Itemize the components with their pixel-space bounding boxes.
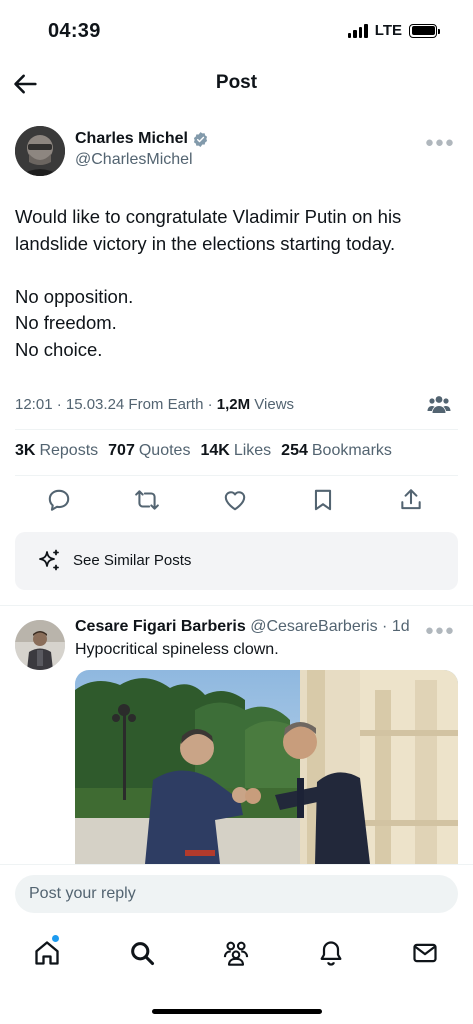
author-handle[interactable]: @CharlesMichel xyxy=(75,151,193,169)
reply-image[interactable] xyxy=(75,670,458,864)
signal-icon xyxy=(347,23,368,38)
reply-icon[interactable] xyxy=(46,487,72,513)
reply-header: Cesare Figari Barberis @CesareBarberis ·… xyxy=(75,618,410,636)
status-bar: 04:39 LTE xyxy=(0,0,473,62)
post-line: Would like to congratulate Vladimir Puti… xyxy=(15,206,402,227)
reply-author-handle[interactable]: @CesareBarberis xyxy=(250,618,377,635)
divider xyxy=(15,429,458,430)
divider xyxy=(15,475,458,476)
battery-icon xyxy=(409,23,440,38)
reply-more-options-icon[interactable]: ●●● xyxy=(425,622,455,639)
home-notification-dot xyxy=(52,935,59,942)
author-name-row[interactable]: Charles Michel xyxy=(75,130,209,148)
tab-bar xyxy=(0,935,473,975)
see-similar-posts-button[interactable]: See Similar Posts xyxy=(15,532,458,590)
reply-time: · 1d xyxy=(377,618,410,635)
stat-reposts[interactable]: 3K Reposts xyxy=(15,442,98,460)
reply-author-name[interactable]: Cesare Figari Barberis xyxy=(75,618,246,635)
stat-bookmarks[interactable]: 254 Bookmarks xyxy=(281,442,392,460)
nav-header: Post xyxy=(0,62,473,106)
bookmark-icon[interactable] xyxy=(310,487,336,513)
messages-icon[interactable] xyxy=(411,939,439,967)
views-count: 1,2M xyxy=(216,396,251,413)
post-meta: 12:01 · 15.03.24 From Earth · 1,2M Views xyxy=(15,396,294,413)
stat-quotes[interactable]: 707 Quotes xyxy=(108,442,190,460)
post-line: landslide victory in the elections start… xyxy=(15,232,396,254)
home-icon[interactable] xyxy=(33,939,61,967)
author-avatar[interactable] xyxy=(15,126,65,176)
home-indicator xyxy=(152,1009,322,1014)
share-icon[interactable] xyxy=(398,487,424,513)
reply-avatar[interactable] xyxy=(15,620,65,670)
author-name[interactable]: Charles Michel xyxy=(75,130,188,148)
notifications-icon[interactable] xyxy=(317,939,345,967)
network-label: LTE xyxy=(374,22,402,39)
communities-icon[interactable] xyxy=(222,939,250,967)
post-line: No choice. xyxy=(15,338,103,360)
reply-input[interactable] xyxy=(15,875,458,913)
search-icon[interactable] xyxy=(128,939,156,967)
status-indicators: LTE xyxy=(347,22,440,39)
post-line: No freedom. xyxy=(15,312,117,333)
repost-icon[interactable] xyxy=(134,487,160,513)
bottom-panel xyxy=(0,864,473,1024)
status-time: 04:39 xyxy=(48,20,101,42)
stat-likes[interactable]: 14K Likes xyxy=(200,442,271,460)
more-options-icon[interactable]: ●●● xyxy=(425,134,455,151)
divider xyxy=(0,605,473,606)
post-timestamp: 12:01 · 15.03.24 From Earth · xyxy=(15,396,217,413)
sparkle-icon xyxy=(39,549,59,571)
page-title: Post xyxy=(215,72,258,93)
post-text: Would like to congratulate Vladimir Puti… xyxy=(15,204,455,363)
reply-text: Hypocritical spineless clown. xyxy=(75,641,279,658)
engagement-stats: 3K Reposts 707 Quotes 14K Likes 254 Bookmark… xyxy=(15,442,392,460)
audience-icon[interactable] xyxy=(427,394,451,414)
verified-badge-icon xyxy=(193,131,208,147)
views-label: Views xyxy=(250,396,295,413)
see-similar-posts-label: See Similar Posts xyxy=(73,552,192,569)
like-icon[interactable] xyxy=(222,487,248,513)
post-line: No opposition. xyxy=(15,285,134,307)
action-bar xyxy=(0,483,473,519)
